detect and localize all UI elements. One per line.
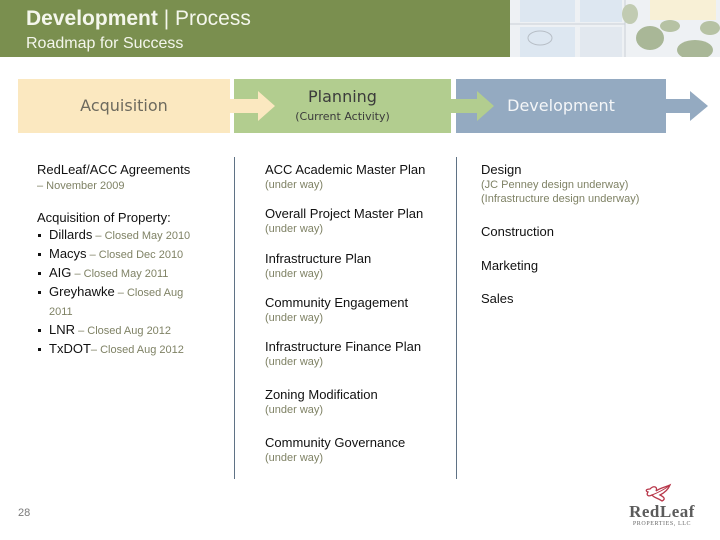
arrow-right-icon xyxy=(664,91,708,121)
page-number: 28 xyxy=(18,507,31,519)
planning-item: ACC Academic Master Plan (under way) xyxy=(265,161,455,205)
property-name: LNR xyxy=(49,322,76,337)
redleaf-logo: RedLeaf PROPERTIES, LLC xyxy=(612,483,712,529)
logo-tagline: PROPERTIES, LLC xyxy=(632,521,692,527)
slide-header: Development | Process Roadmap for Succes… xyxy=(0,0,720,57)
planning-item: Infrastructure Finance Plan (under way) xyxy=(265,338,455,386)
planning-item-note: (under way) xyxy=(265,452,324,464)
stage-sublabel: (Current Activity) xyxy=(295,110,390,123)
property-note: – Closed Dec 2010 xyxy=(86,249,184,261)
leaf-icon xyxy=(645,483,672,502)
development-item-title: Marketing xyxy=(481,258,539,273)
list-item: Greyhawke – Closed Aug 2011 xyxy=(37,283,189,321)
slide-subtitle: Roadmap for Success xyxy=(26,35,184,52)
planning-item-note: (under way) xyxy=(265,404,324,416)
column-divider xyxy=(234,157,235,479)
logo-name: RedLeaf xyxy=(629,502,695,521)
development-item-title: Sales xyxy=(481,291,514,306)
list-item: Macys – Closed Dec 2010 xyxy=(37,245,232,264)
planning-item-title: ACC Academic Master Plan xyxy=(265,162,426,177)
arrow-right-icon xyxy=(228,91,275,121)
property-note: – Closed Aug 2012 xyxy=(90,344,184,356)
planning-item: Overall Project Master Plan (under way) xyxy=(265,205,455,250)
development-item-note: (Infrastructure design underway) xyxy=(481,193,640,205)
list-item: AIG – Closed May 2011 xyxy=(37,264,232,283)
planning-item-note: (under way) xyxy=(265,223,324,235)
property-name: AIG xyxy=(49,265,72,280)
planning-column: ACC Academic Master Plan (under way) Ove… xyxy=(265,161,455,465)
property-note: – Closed May 2010 xyxy=(92,230,191,242)
site-plan-image xyxy=(510,0,720,57)
planning-item-title: Infrastructure Finance Plan xyxy=(265,339,422,354)
development-item: Construction xyxy=(481,223,716,257)
property-name: TxDOT xyxy=(49,341,91,356)
stage-acquisition: Acquisition xyxy=(18,79,230,133)
planning-item-note: (under way) xyxy=(265,268,324,280)
column-divider xyxy=(456,157,457,479)
title-separator: | xyxy=(157,7,175,30)
title-rest: Process xyxy=(175,7,251,30)
planning-item: Infrastructure Plan (under way) xyxy=(265,250,455,294)
stage-label: Planning xyxy=(308,87,377,106)
title-main: Development xyxy=(26,7,158,30)
planning-item: Zoning Modification (under way) xyxy=(265,386,455,434)
planning-item-note: (under way) xyxy=(265,312,324,324)
property-name: Greyhawke xyxy=(49,284,115,299)
acquisition-column: RedLeaf/ACC Agreements – November 2009 A… xyxy=(37,161,232,359)
planning-item-title: Overall Project Master Plan xyxy=(265,206,424,221)
site-plan-illustration xyxy=(510,0,720,57)
property-name: Dillards xyxy=(49,227,93,242)
planning-item-title: Zoning Modification xyxy=(265,387,378,402)
list-item: LNR – Closed Aug 2012 xyxy=(37,321,232,340)
planning-item: Community Engagement (under way) xyxy=(265,294,455,338)
property-note: – Closed Aug 2012 xyxy=(75,325,172,337)
property-list: Dillards – Closed May 2010 Macys – Close… xyxy=(37,226,232,359)
development-item-title: Construction xyxy=(481,224,554,239)
agreements-title: RedLeaf/ACC Agreements xyxy=(37,162,191,177)
property-note: – Closed May 2011 xyxy=(71,268,169,280)
stage-label: Acquisition xyxy=(80,96,168,115)
planning-item-note: (under way) xyxy=(265,179,324,191)
agreements-note: – November 2009 xyxy=(37,180,125,192)
list-item: Dillards – Closed May 2010 xyxy=(37,226,232,245)
development-item: Design (JC Penney design underway) (Infr… xyxy=(481,161,716,223)
arrow-right-icon xyxy=(449,91,494,121)
planning-item-note: (under way) xyxy=(265,356,324,368)
development-item-title: Design xyxy=(481,162,522,177)
planning-item-title: Community Governance xyxy=(265,435,406,450)
development-item: Sales xyxy=(481,290,716,307)
development-item-note: (JC Penney design underway) xyxy=(481,179,629,191)
property-name: Macys xyxy=(49,246,87,261)
slide-title: Development | Process xyxy=(26,6,251,32)
planning-item: Community Governance (under way) xyxy=(265,434,455,465)
planning-item-title: Community Engagement xyxy=(265,295,409,310)
planning-item-title: Infrastructure Plan xyxy=(265,251,372,266)
development-item: Marketing xyxy=(481,257,716,290)
list-item: TxDOT– Closed Aug 2012 xyxy=(37,340,232,359)
stage-label: Development xyxy=(507,96,615,115)
property-heading: Acquisition of Property: xyxy=(37,210,171,225)
development-column: Design (JC Penney design underway) (Infr… xyxy=(481,161,716,307)
